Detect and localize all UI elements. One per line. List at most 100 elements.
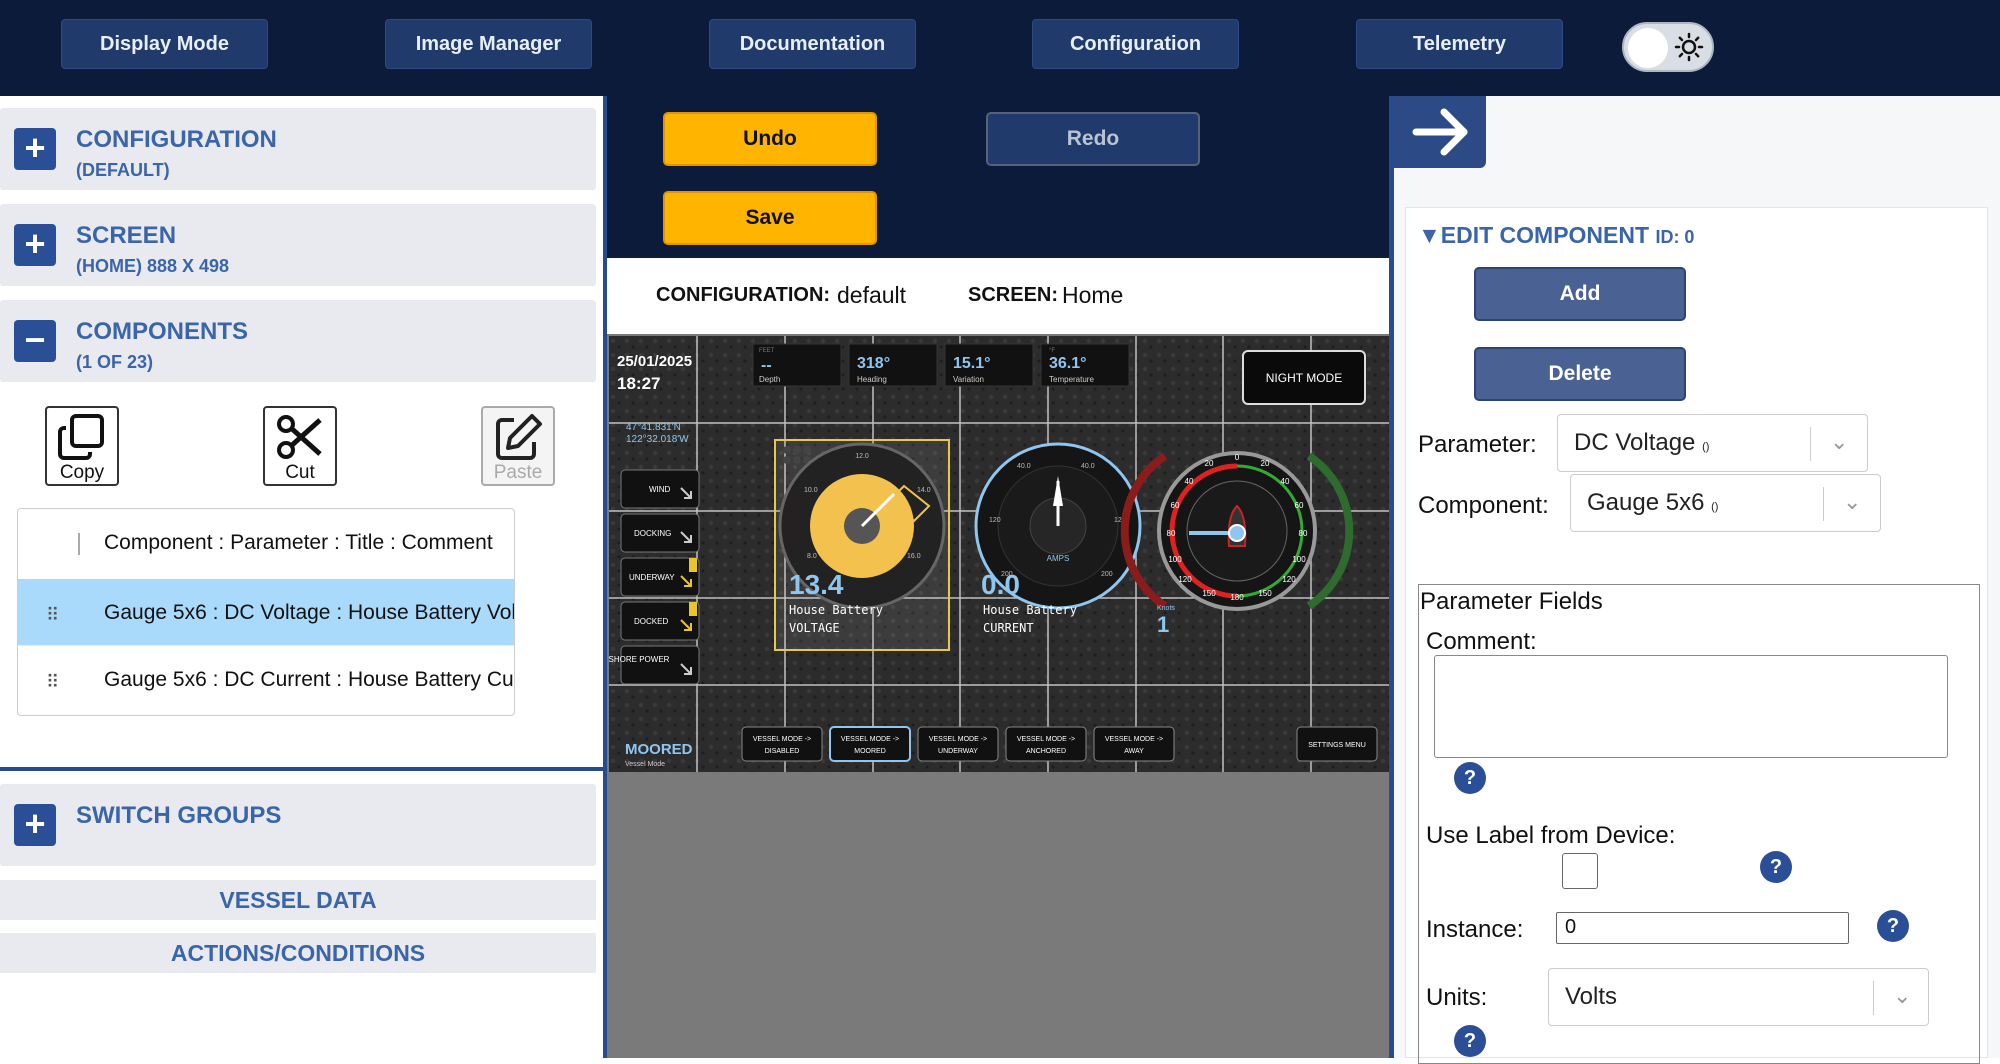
display-mode-button[interactable]: Display Mode (61, 19, 268, 69)
mode-button-away[interactable]: VESSEL MODE -> AWAY (1093, 726, 1175, 762)
cut-label: Cut (285, 462, 315, 483)
config-info-bar: CONFIGURATION: default SCREEN: Home (607, 258, 1389, 334)
chevron-down-icon: ⌄ (1843, 489, 1862, 514)
use-label-checkbox[interactable] (1562, 853, 1598, 889)
component-id: ID: 0 (1655, 227, 1695, 247)
add-button[interactable]: Add (1474, 267, 1686, 321)
units-select[interactable]: Volts ⌄ (1548, 968, 1929, 1026)
expand-plus-icon[interactable]: + (14, 804, 56, 846)
list-item-text: Gauge 5x6 : DC Current : House Battery C… (104, 668, 515, 691)
theme-toggle[interactable] (1622, 22, 1714, 72)
instance-input[interactable]: 0 (1556, 912, 1849, 944)
section-subtitle: (1 OF 23) (76, 352, 154, 372)
documentation-button[interactable]: Documentation (709, 19, 916, 69)
edit-component-header[interactable]: ▼EDIT COMPONENT ID: 0 (1418, 222, 1694, 249)
section-title: SCREEN (76, 222, 177, 249)
svg-text:°F: °F (1049, 348, 1055, 354)
svg-text:150: 150 (1202, 589, 1216, 598)
side-button-wind[interactable]: WIND (620, 469, 700, 509)
mode-button-anchored[interactable]: VESSEL MODE -> ANCHORED (1005, 726, 1087, 762)
mode-button-underway[interactable]: VESSEL MODE -> UNDERWAY (917, 726, 999, 762)
drag-handle-icon[interactable]: ⠿ (46, 672, 59, 693)
editor-toolbar: Undo Redo Save (607, 96, 1389, 258)
side-button-docking[interactable]: DOCKING (620, 513, 700, 553)
comment-textarea[interactable] (1434, 655, 1948, 758)
svg-text:40: 40 (1185, 477, 1194, 486)
vessel-mode-label: MOORED (625, 741, 693, 758)
screen-section[interactable]: + SCREEN (HOME) 888 X 498 (0, 204, 596, 286)
side-button-shore-power[interactable]: SHORE POWER (609, 645, 700, 685)
actions-conditions-button[interactable]: ACTIONS/CONDITIONS (0, 933, 596, 973)
svg-text:40.0: 40.0 (1081, 463, 1095, 470)
panel-divider[interactable] (1389, 96, 1394, 1058)
delete-button[interactable]: Delete (1474, 347, 1686, 401)
chevron-down-icon: ⌄ (1830, 429, 1849, 454)
section-title: COMPONENTS (76, 318, 249, 345)
svg-text:36.1°: 36.1° (1049, 355, 1087, 372)
help-icon[interactable]: ? (1454, 762, 1486, 794)
image-manager-button[interactable]: Image Manager (385, 19, 592, 69)
toggle-knob (1628, 28, 1668, 68)
collapse-minus-icon[interactable]: − (14, 320, 56, 362)
dash-longitude: 122°32.018'W (626, 434, 689, 445)
telemetry-button[interactable]: Telemetry (1356, 19, 1563, 69)
section-title: CONFIGURATION (76, 126, 277, 153)
units-label: Units: (1426, 984, 1488, 1011)
component-suffix: () (1711, 501, 1719, 513)
svg-text:318°: 318° (857, 355, 890, 372)
depth-tile[interactable]: FEET -- Depth (752, 343, 842, 387)
expand-plus-icon[interactable]: + (14, 224, 56, 266)
svg-text:15.1°: 15.1° (953, 355, 991, 372)
night-mode-button[interactable]: NIGHT MODE (1242, 350, 1366, 405)
screen-label: SCREEN: (968, 284, 1059, 306)
settings-menu-button[interactable]: SETTINGS MENU (1296, 726, 1378, 762)
redo-button[interactable]: Redo (986, 112, 1200, 166)
components-section[interactable]: − COMPONENTS (1 OF 23) (0, 300, 596, 382)
svg-text:40: 40 (1281, 477, 1290, 486)
svg-text:VESSEL MODE ->: VESSEL MODE -> (753, 736, 811, 743)
parameter-label: Parameter: (1418, 431, 1537, 458)
svg-text:16.0: 16.0 (907, 553, 921, 560)
collapse-panel-button[interactable] (1394, 96, 1486, 168)
help-icon[interactable]: ? (1760, 851, 1792, 883)
drag-handle-icon[interactable]: ⠿ (46, 605, 59, 626)
svg-text:DOCKED: DOCKED (634, 617, 668, 626)
expand-plus-icon[interactable]: + (14, 128, 56, 170)
svg-text:DOCKING: DOCKING (634, 529, 671, 538)
svg-text:Depth: Depth (759, 375, 780, 384)
side-button-underway[interactable]: UNDERWAY (620, 557, 700, 597)
variation-tile[interactable]: 15.1° Variation (944, 343, 1034, 387)
svg-text:VESSEL MODE ->: VESSEL MODE -> (929, 736, 987, 743)
help-icon[interactable]: ? (1454, 1025, 1486, 1057)
switch-groups-section[interactable]: + SWITCH GROUPS (0, 784, 596, 866)
svg-text:UNDERWAY: UNDERWAY (938, 748, 978, 755)
component-select[interactable]: Gauge 5x6 () ⌄ (1570, 474, 1881, 532)
copy-button[interactable]: Copy (45, 406, 119, 486)
section-title: SWITCH GROUPS (76, 802, 282, 829)
mode-button-disabled[interactable]: VESSEL MODE -> DISABLED (741, 726, 823, 762)
svg-text:DISABLED: DISABLED (765, 748, 800, 755)
svg-text:10.0: 10.0 (804, 487, 818, 494)
svg-text:60: 60 (1171, 501, 1180, 510)
svg-text:14.0: 14.0 (917, 487, 931, 494)
current-value: 0.0 (981, 569, 1020, 600)
component-value: Gauge 5x6 (1587, 489, 1705, 516)
cut-button[interactable]: Cut (263, 406, 337, 486)
side-button-docked[interactable]: DOCKED (620, 601, 700, 641)
voltage-gauge[interactable]: 12.0 10.0 14.0 8.0 16.0 13.4 House Batte… (774, 439, 950, 651)
paste-button[interactable]: Paste (481, 406, 555, 486)
heading-tile[interactable]: 318° Heading (848, 343, 938, 387)
dashboard-preview[interactable]: 25/01/2025 18:27 47°41.831'N 122°32.018'… (609, 336, 1389, 772)
list-item[interactable]: ⠿ Gauge 5x6 : DC Voltage : House Battery… (18, 579, 514, 645)
mode-button-moored[interactable]: VESSEL MODE -> MOORED (829, 726, 911, 762)
parameter-select[interactable]: DC Voltage () ⌄ (1557, 414, 1868, 472)
undo-button[interactable]: Undo (663, 112, 877, 166)
save-button[interactable]: Save (663, 191, 877, 245)
configuration-section[interactable]: + CONFIGURATION (DEFAULT) (0, 108, 596, 190)
list-item[interactable]: ⠿ Gauge 5x6 : DC Current : House Battery… (18, 645, 515, 711)
help-icon[interactable]: ? (1877, 910, 1909, 942)
temperature-tile[interactable]: °F 36.1° Temperature (1040, 343, 1130, 387)
edit-icon (496, 414, 542, 460)
vessel-data-button[interactable]: VESSEL DATA (0, 880, 596, 920)
configuration-button[interactable]: Configuration (1032, 19, 1239, 69)
